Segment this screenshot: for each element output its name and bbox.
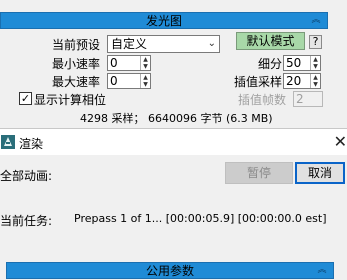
spinner-arrows-icon[interactable]: ▲ ▼ bbox=[310, 74, 320, 88]
spinner-arrows-icon[interactable]: ▲ ▼ bbox=[310, 56, 320, 70]
default-mode-button[interactable]: 默认模式 bbox=[236, 32, 305, 50]
interp-frames-spinner: 2 bbox=[293, 91, 323, 107]
double-chevron-up-icon[interactable]: ︽ bbox=[309, 14, 323, 27]
max-rate-value: 0 bbox=[110, 74, 118, 88]
show-calc-phase-checkbox[interactable]: ✓ bbox=[19, 92, 32, 105]
glow-map-title: 发光图 bbox=[145, 14, 182, 28]
render-dialog-body: 全部动画: 暂停 取消 当前任务: Prepass 1 of 1... [00:… bbox=[0, 155, 347, 254]
all-animation-label: 全部动画: bbox=[0, 169, 53, 183]
common-params-rollout-header[interactable]: 公用参数 ︽ bbox=[6, 262, 334, 279]
interp-frames-value: 2 bbox=[296, 92, 304, 106]
interp-samples-label: 插值采样 bbox=[234, 75, 283, 89]
current-preset-label: 当前预设 bbox=[52, 38, 101, 52]
max-rate-label: 最大速率 bbox=[52, 75, 101, 89]
show-calc-phase-label: 显示计算相位 bbox=[34, 93, 107, 107]
help-button[interactable]: ? bbox=[309, 35, 322, 49]
cancel-button[interactable]: 取消 bbox=[295, 162, 345, 184]
pause-button[interactable]: 暂停 bbox=[225, 162, 293, 184]
spinner-arrows-icon[interactable]: ▲ ▼ bbox=[140, 56, 150, 70]
render-dialog-title: 渲染 bbox=[19, 137, 44, 151]
common-params-title: 公用参数 bbox=[145, 264, 194, 278]
min-rate-spinner[interactable]: 0 ▲ ▼ bbox=[107, 55, 151, 71]
interp-frames-label: 插值帧数 bbox=[238, 93, 287, 107]
subdivs-spinner[interactable]: 50 ▲ ▼ bbox=[283, 55, 321, 71]
render-dialog: 渲染 ✕ 全部动画: 暂停 取消 当前任务: Prepass 1 of 1...… bbox=[0, 128, 347, 254]
interp-samples-spinner[interactable]: 20 ▲ ▼ bbox=[283, 73, 321, 89]
current-task-value: Prepass 1 of 1... [00:00:05.9] [00:00:00… bbox=[74, 212, 327, 225]
render-dialog-titlebar[interactable]: 渲染 ✕ bbox=[0, 129, 347, 155]
subdivs-label: 细分 bbox=[258, 57, 283, 71]
interp-samples-value: 20 bbox=[286, 74, 302, 88]
double-chevron-up-icon[interactable]: ︽ bbox=[315, 264, 329, 277]
chevron-down-icon: ⌄ bbox=[207, 38, 216, 49]
current-task-label: 当前任务: bbox=[0, 214, 53, 228]
subdivs-value: 50 bbox=[286, 56, 302, 70]
current-preset-value: 自定义 bbox=[111, 37, 148, 51]
render-app-icon bbox=[1, 135, 15, 149]
spinner-arrows-icon[interactable]: ▲ ▼ bbox=[140, 74, 150, 88]
min-rate-label: 最小速率 bbox=[52, 57, 101, 71]
max-rate-spinner[interactable]: 0 ▲ ▼ bbox=[107, 73, 151, 89]
close-icon[interactable]: ✕ bbox=[334, 132, 347, 151]
sample-stats-text: 4298 采样； 6640096 字节 (6.3 MB) bbox=[80, 112, 273, 125]
glow-map-rollout-header[interactable]: 发光图 ︽ bbox=[0, 12, 328, 29]
min-rate-value: 0 bbox=[110, 56, 118, 70]
current-preset-dropdown[interactable]: 自定义 ⌄ bbox=[107, 35, 220, 53]
